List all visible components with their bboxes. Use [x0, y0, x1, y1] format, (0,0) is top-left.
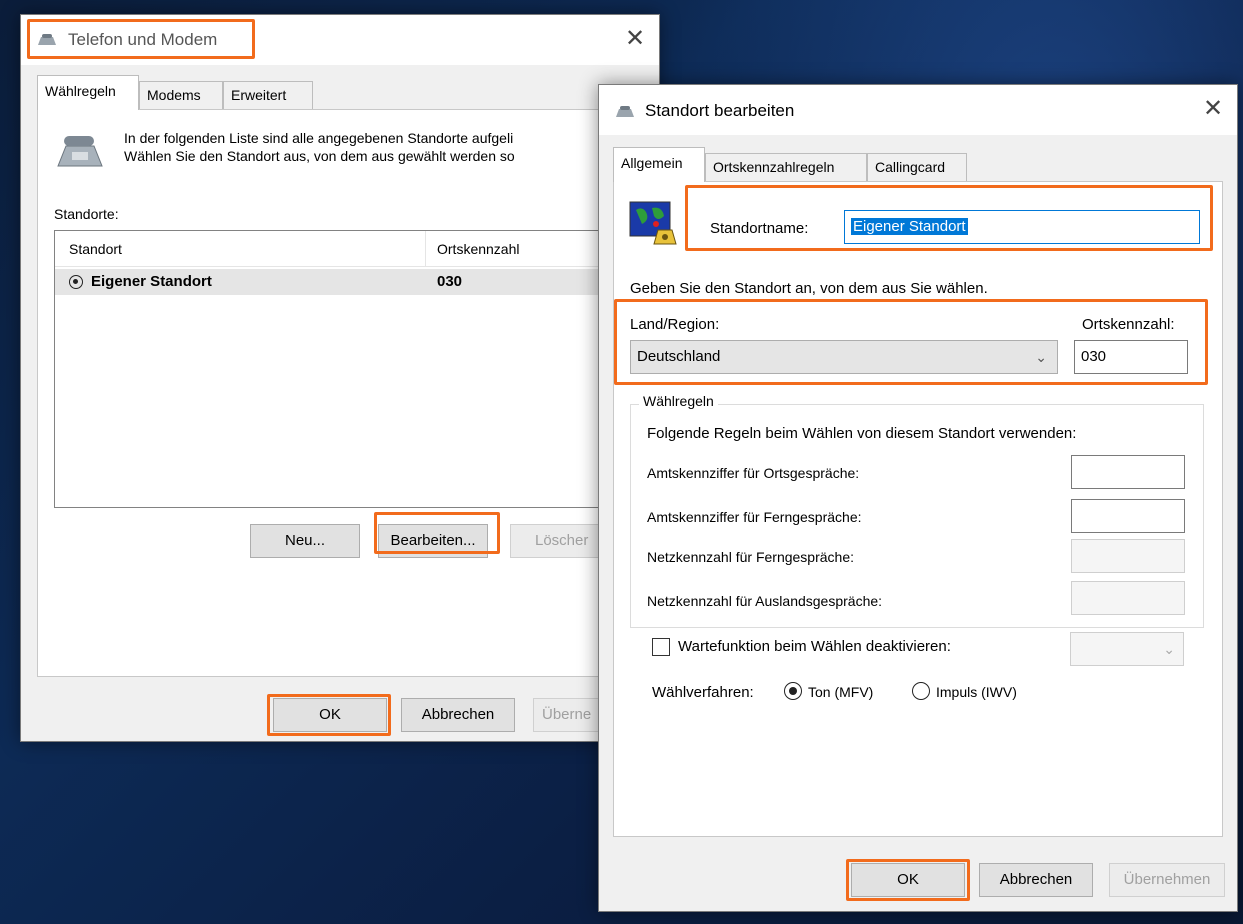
close-icon[interactable]: ✕ — [1203, 97, 1223, 121]
close-icon[interactable]: ✕ — [625, 27, 645, 51]
table-row[interactable]: Eigener Standort 030 — [55, 269, 653, 295]
location-name-value: Eigener Standort — [851, 218, 968, 235]
title-bar[interactable]: Telefon und Modem ✕ — [21, 15, 659, 65]
long-distance-prefix-field[interactable] — [1071, 499, 1185, 533]
tab-panel: In der folgenden Liste sind alle angegeb… — [37, 109, 654, 677]
list-header: Standort Ortskennzahl — [55, 231, 653, 267]
edit-button[interactable]: Bearbeiten... — [378, 524, 488, 558]
dial-method-label: Wählverfahren: — [652, 684, 754, 701]
chevron-down-icon: ⌄ — [1163, 641, 1175, 657]
location-name-field[interactable]: Eigener Standort — [844, 210, 1200, 244]
ok-button[interactable]: OK — [851, 863, 965, 897]
locations-list[interactable]: Standort Ortskennzahl Eigener Standort 0… — [54, 230, 654, 508]
call-waiting-checkbox-icon[interactable] — [652, 638, 670, 656]
local-prefix-field[interactable] — [1071, 455, 1185, 489]
long-distance-carrier-label: Netzkennzahl für Ferngespräche: — [647, 549, 854, 565]
apply-button: Übernehmen — [1109, 863, 1225, 897]
window-title: Telefon und Modem — [68, 30, 218, 49]
chevron-down-icon: ⌄ — [1035, 349, 1047, 365]
pulse-label: Impuls (IWV) — [936, 684, 1017, 700]
tab-general[interactable]: Allgemein — [613, 147, 705, 182]
ok-button[interactable]: OK — [273, 698, 387, 732]
location-map-icon — [629, 201, 677, 245]
area-code-field[interactable]: 030 — [1074, 340, 1188, 374]
phone-modem-window: Telefon und Modem ✕ Wählregeln Modems Er… — [20, 14, 660, 742]
dial-rules-legend: Wählregeln — [639, 393, 718, 409]
area-code-value: 030 — [1081, 348, 1107, 365]
tone-radio-icon[interactable] — [784, 682, 802, 700]
country-label: Land/Region: — [630, 316, 720, 333]
phone-modem-icon — [38, 34, 56, 45]
info-line-2: Wählen Sie den Standort aus, von dem aus… — [124, 148, 515, 164]
new-button[interactable]: Neu... — [250, 524, 360, 558]
country-value: Deutschland — [637, 348, 721, 365]
location-name-label: Standortname: — [710, 220, 809, 237]
phone-icon — [57, 136, 103, 167]
column-divider — [425, 231, 426, 267]
locations-label: Standorte: — [54, 206, 119, 222]
dial-rules-intro: Folgende Regeln beim Wählen von diesem S… — [647, 425, 1077, 442]
tab-advanced[interactable]: Erweitert — [223, 81, 313, 109]
edit-location-dialog: Standort bearbeiten ✕ Allgemein Ortskenn… — [598, 84, 1238, 912]
dialog-title: Standort bearbeiten — [645, 101, 795, 120]
tab-area-code-rules[interactable]: Ortskennzahlregeln — [705, 153, 867, 181]
info-line-1: In der folgenden Liste sind alle angegeb… — [124, 130, 514, 146]
country-dropdown[interactable]: Deutschland ⌄ — [630, 340, 1058, 374]
cancel-button[interactable]: Abbrechen — [979, 863, 1093, 897]
tone-label: Ton (MFV) — [808, 684, 874, 700]
long-distance-carrier-field — [1071, 539, 1185, 573]
tab-modems[interactable]: Modems — [139, 81, 223, 109]
long-distance-prefix-label: Amtskennziffer für Ferngespräche: — [647, 509, 862, 525]
title-bar[interactable]: Standort bearbeiten ✕ — [599, 85, 1237, 135]
cancel-button[interactable]: Abbrechen — [401, 698, 515, 732]
column-header-location[interactable]: Standort — [69, 241, 122, 257]
international-carrier-field — [1071, 581, 1185, 615]
tab-row: Allgemein Ortskennzahlregeln Callingcard — [613, 147, 1213, 182]
local-prefix-label: Amtskennziffer für Ortsgespräche: — [647, 465, 860, 481]
area-code-label: Ortskennzahl: — [1082, 316, 1175, 333]
location-name: Eigener Standort — [91, 273, 212, 290]
location-info: Geben Sie den Standort an, von dem aus S… — [630, 280, 988, 297]
international-carrier-label: Netzkennzahl für Auslandsgespräche: — [647, 593, 883, 609]
default-location-radio-icon — [69, 275, 83, 289]
tab-calling-card[interactable]: Callingcard — [867, 153, 967, 181]
tab-row: Wählregeln Modems Erweitert — [37, 75, 637, 110]
dial-rules-group: Wählregeln Folgende Regeln beim Wählen v… — [630, 393, 1204, 628]
call-waiting-label: Wartefunktion beim Wählen deaktivieren: — [678, 638, 951, 655]
call-waiting-dropdown: ⌄ — [1070, 632, 1184, 666]
pulse-radio-icon[interactable] — [912, 682, 930, 700]
column-header-area-code[interactable]: Ortskennzahl — [437, 241, 519, 257]
location-area-code: 030 — [437, 273, 463, 290]
phone-modem-icon — [616, 106, 634, 117]
tab-panel: Standortname: Eigener Standort Geben Sie… — [613, 181, 1223, 837]
tab-dial-rules[interactable]: Wählregeln — [37, 75, 139, 110]
